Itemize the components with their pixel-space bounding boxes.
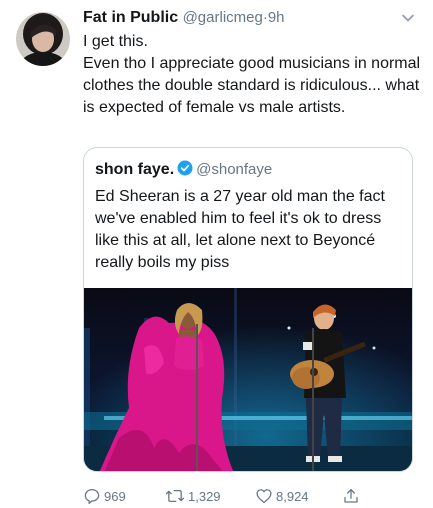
quoted-media-image[interactable]: [84, 288, 412, 471]
chevron-down-icon[interactable]: [401, 11, 415, 30]
share-icon: [344, 488, 358, 503]
reply-count: 969: [104, 488, 126, 504]
retweet-count: 1,329: [188, 488, 221, 504]
retweet-icon: [165, 489, 185, 503]
quoted-author-name[interactable]: shon faye.: [95, 161, 174, 178]
quoted-text: Ed Sheeran is a 27 year old man the fact…: [95, 188, 385, 271]
share-button[interactable]: [342, 486, 360, 506]
reply-icon: [84, 488, 100, 504]
retweet-button[interactable]: 1,329: [165, 486, 221, 506]
quoted-author-handle[interactable]: @shonfaye: [196, 161, 272, 178]
quoted-tweet[interactable]: shon faye. @shonfaye Ed Sheeran is a 27 y…: [83, 147, 413, 472]
tweet-text-line: Even tho I appreciate good musicians in …: [83, 55, 421, 116]
quoted-header: shon faye. @shonfaye: [95, 160, 272, 181]
avatar-image: [16, 12, 70, 66]
tweet-time[interactable]: 9h: [268, 9, 285, 26]
verified-badge-icon: [177, 160, 193, 181]
tweet-text-line: I get this.: [83, 33, 148, 50]
like-count: 8,924: [276, 488, 309, 504]
like-icon: [256, 489, 272, 504]
reply-button[interactable]: 969: [83, 486, 126, 506]
author-handle[interactable]: @garlicmeg: [183, 9, 263, 26]
like-button[interactable]: 8,924: [255, 486, 309, 506]
avatar[interactable]: [16, 12, 70, 66]
tweet-actions: 969 1,329 8,924: [83, 486, 413, 506]
tweet-header: Fat in Public @garlicmeg·9h: [83, 9, 421, 31]
author-name[interactable]: Fat in Public: [83, 9, 178, 26]
tweet-text: I get this. Even tho I appreciate good m…: [83, 31, 423, 119]
tweet: Fat in Public @garlicmeg·9h I get this. …: [0, 0, 433, 508]
